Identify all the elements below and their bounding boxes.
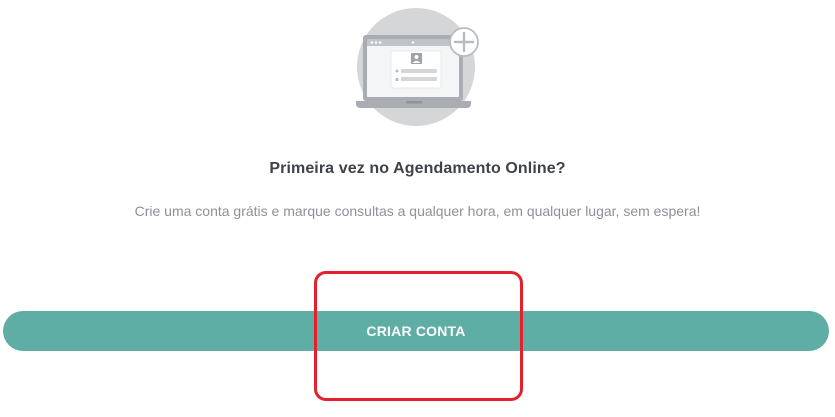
create-account-button[interactable]: CRIAR CONTA xyxy=(3,311,829,351)
page-subtitle: Crie uma conta grátis e marque consultas… xyxy=(134,203,701,219)
page-title: Primeira vez no Agendamento Online? xyxy=(269,160,566,177)
laptop-account-add-icon xyxy=(352,2,482,128)
laptop-illustration xyxy=(356,8,479,126)
